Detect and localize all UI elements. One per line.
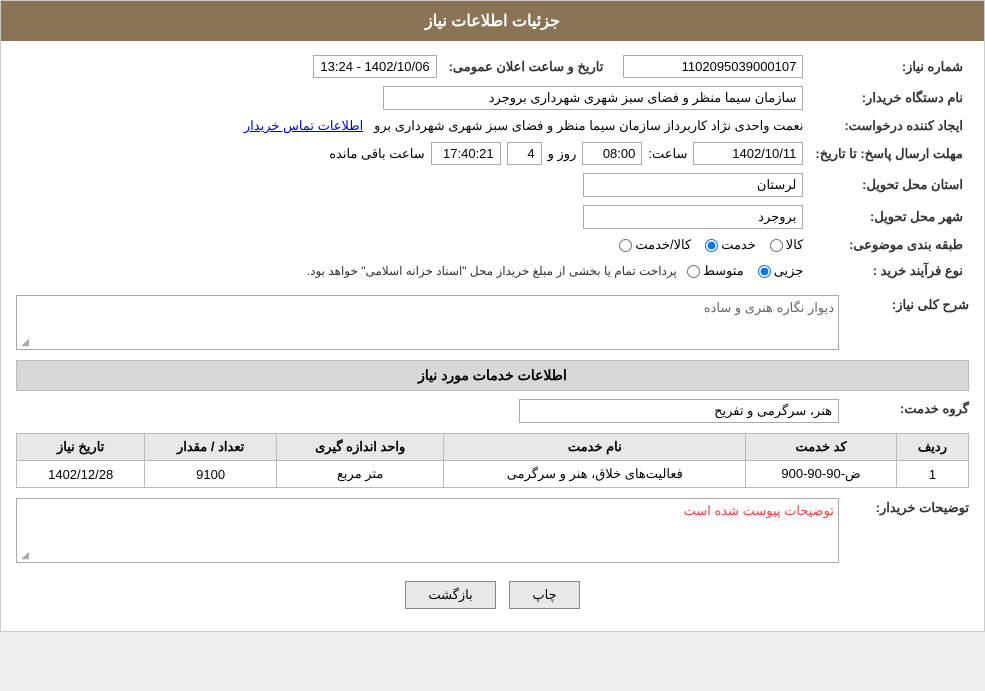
buyer-notes-content: توضیحات پیوست شده است ◢ — [16, 496, 839, 565]
process-label: نوع فرآیند خرید : — [809, 257, 969, 285]
category-khedmat[interactable]: خدمت — [705, 237, 756, 253]
services-table: ردیف کد خدمت نام خدمت واحد اندازه گیری ت… — [16, 433, 969, 488]
page-header: جزئیات اطلاعات نیاز — [1, 1, 984, 41]
table-row: 1ض-90-90-900فعالیت‌های خلاق، هنر و سرگرم… — [17, 461, 969, 488]
cell-unit: متر مربع — [276, 461, 444, 488]
page-wrapper: جزئیات اطلاعات نیاز شماره نیاز: 11020950… — [0, 0, 985, 632]
buyer-notes-label: توضیحات خریدار: — [839, 496, 969, 520]
city-value: بروجرد — [583, 205, 803, 229]
deadline-date: 1402/10/11 — [693, 142, 803, 165]
description-textarea-wrapper: دیوار نگاره هنری و ساده ◢ — [16, 295, 839, 350]
content-area: شماره نیاز: 1102095039000107 تاریخ و ساع… — [1, 41, 984, 631]
deadline-time-label: ساعت: — [648, 146, 687, 162]
cell-date: 1402/12/28 — [17, 461, 145, 488]
description-content: دیوار نگاره هنری و ساده ◢ — [16, 293, 839, 352]
cell-service_name: فعالیت‌های خلاق، هنر و سرگرمی — [444, 461, 746, 488]
description-placeholder-text: دیوار نگاره هنری و ساده — [704, 300, 834, 315]
back-button[interactable]: بازگشت — [405, 581, 495, 609]
cell-quantity: 9100 — [145, 461, 277, 488]
col-service-code: کد خدمت — [746, 434, 897, 461]
category-radio-group: کالا خدمت کالا/خدمت — [22, 237, 803, 253]
announce-label: تاریخ و ساعت اعلان عمومی: — [443, 51, 610, 82]
category-kala-khedmat-label: کالا/خدمت — [635, 237, 691, 253]
process-motawaset-radio[interactable] — [687, 265, 700, 278]
process-motawaset-label: متوسط — [703, 263, 744, 279]
category-kala-khedmat-radio[interactable] — [619, 239, 632, 252]
cell-service_code: ض-90-90-900 — [746, 461, 897, 488]
deadline-remaining-label: ساعت باقی مانده — [329, 146, 424, 162]
announce-value: 1402/10/06 - 13:24 — [313, 55, 436, 78]
org-name-value: سازمان سیما منظر و فضای سبز شهری شهرداری… — [383, 86, 803, 110]
province-value: لرستان — [583, 173, 803, 197]
service-group-value: هنر، سرگرمی و تفریح — [519, 399, 839, 423]
creator-link[interactable]: اطلاعات تماس خریدار — [244, 118, 363, 133]
print-button[interactable]: چاپ — [509, 581, 579, 609]
buyer-notes-placeholder-text: توضیحات پیوست شده است — [684, 503, 834, 518]
services-section-header: اطلاعات خدمات مورد نیاز — [16, 360, 969, 391]
deadline-label: مهلت ارسال پاسخ: تا تاریخ: — [809, 138, 969, 169]
category-kala-label: کالا — [786, 237, 804, 253]
province-label: استان محل تحویل: — [809, 169, 969, 201]
page-title: جزئیات اطلاعات نیاز — [425, 13, 560, 30]
process-jozii-radio[interactable] — [758, 265, 771, 278]
creator-label: ایجاد کننده درخواست: — [809, 114, 969, 138]
col-row-num: ردیف — [896, 434, 968, 461]
niyaz-number-label: شماره نیاز: — [809, 51, 969, 82]
col-service-name: نام خدمت — [444, 434, 746, 461]
description-section: شرح کلی نیاز: دیوار نگاره هنری و ساده ◢ — [16, 293, 969, 352]
process-radio-group: جزیی متوسط — [687, 263, 804, 279]
buyer-notes-resize-handle: ◢ — [19, 550, 29, 560]
process-jozii[interactable]: جزیی — [758, 263, 804, 279]
service-group-section: گروه خدمت: هنر، سرگرمی و تفریح — [16, 397, 969, 425]
process-motawaset[interactable]: متوسط — [687, 263, 744, 279]
bottom-buttons: چاپ بازگشت — [16, 569, 969, 621]
basic-info-table: شماره نیاز: 1102095039000107 تاریخ و ساع… — [16, 51, 969, 285]
resize-handle: ◢ — [19, 337, 29, 347]
col-unit: واحد اندازه گیری — [276, 434, 444, 461]
buyer-notes-section: توضیحات خریدار: توضیحات پیوست شده است ◢ — [16, 496, 969, 565]
org-name-label: نام دستگاه خریدار: — [809, 82, 969, 114]
category-kala-khedmat[interactable]: کالا/خدمت — [619, 237, 691, 253]
niyaz-number-value: 1102095039000107 — [623, 55, 803, 78]
creator-value: نعمت واحدی نژاد کاربرداز سازمان سیما منظ… — [374, 118, 803, 133]
col-date: تاریخ نیاز — [17, 434, 145, 461]
process-note: پرداخت تمام یا بخشی از مبلغ خریداز محل "… — [307, 261, 677, 281]
deadline-remaining: 17:40:21 — [431, 142, 501, 165]
city-label: شهر محل تحویل: — [809, 201, 969, 233]
deadline-days: 4 — [507, 142, 542, 165]
category-kala[interactable]: کالا — [770, 237, 804, 253]
category-label: طبقه بندی موضوعی: — [809, 233, 969, 257]
service-group-label: گروه خدمت: — [839, 397, 969, 421]
buyer-notes-textarea-wrapper: توضیحات پیوست شده است ◢ — [16, 498, 839, 563]
description-label: شرح کلی نیاز: — [839, 293, 969, 317]
category-khedmat-radio[interactable] — [705, 239, 718, 252]
process-jozii-label: جزیی — [774, 263, 804, 279]
deadline-time: 08:00 — [582, 142, 642, 165]
category-kala-radio[interactable] — [770, 239, 783, 252]
category-khedmat-label: خدمت — [721, 237, 756, 253]
col-quantity: تعداد / مقدار — [145, 434, 277, 461]
service-group-content: هنر، سرگرمی و تفریح — [16, 397, 839, 425]
deadline-days-label: روز و — [548, 146, 577, 162]
cell-row_num: 1 — [896, 461, 968, 488]
